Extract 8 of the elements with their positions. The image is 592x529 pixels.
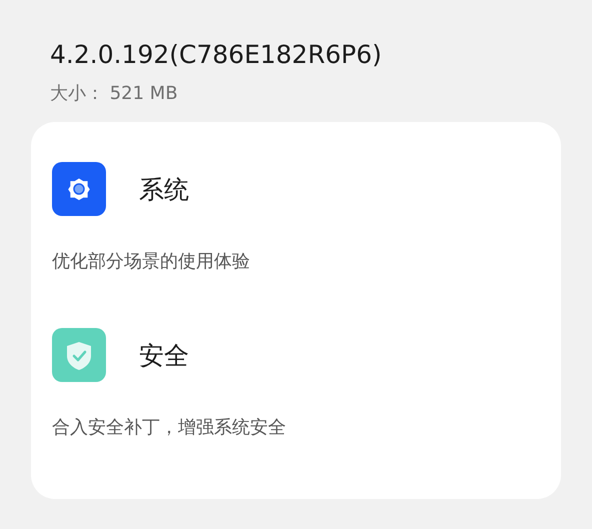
package-size: 大小： 521 MB	[49, 82, 179, 106]
shield-check-icon	[52, 328, 106, 382]
section-title: 安全	[139, 340, 189, 372]
section-description: 合入安全补丁，增强系统安全	[52, 416, 287, 439]
version-number: 4.2.0.192(C786E182R6P6)	[49, 39, 383, 71]
settings-icon	[52, 162, 106, 216]
section-title: 系统	[139, 174, 189, 206]
section-description: 优化部分场景的使用体验	[52, 250, 251, 273]
